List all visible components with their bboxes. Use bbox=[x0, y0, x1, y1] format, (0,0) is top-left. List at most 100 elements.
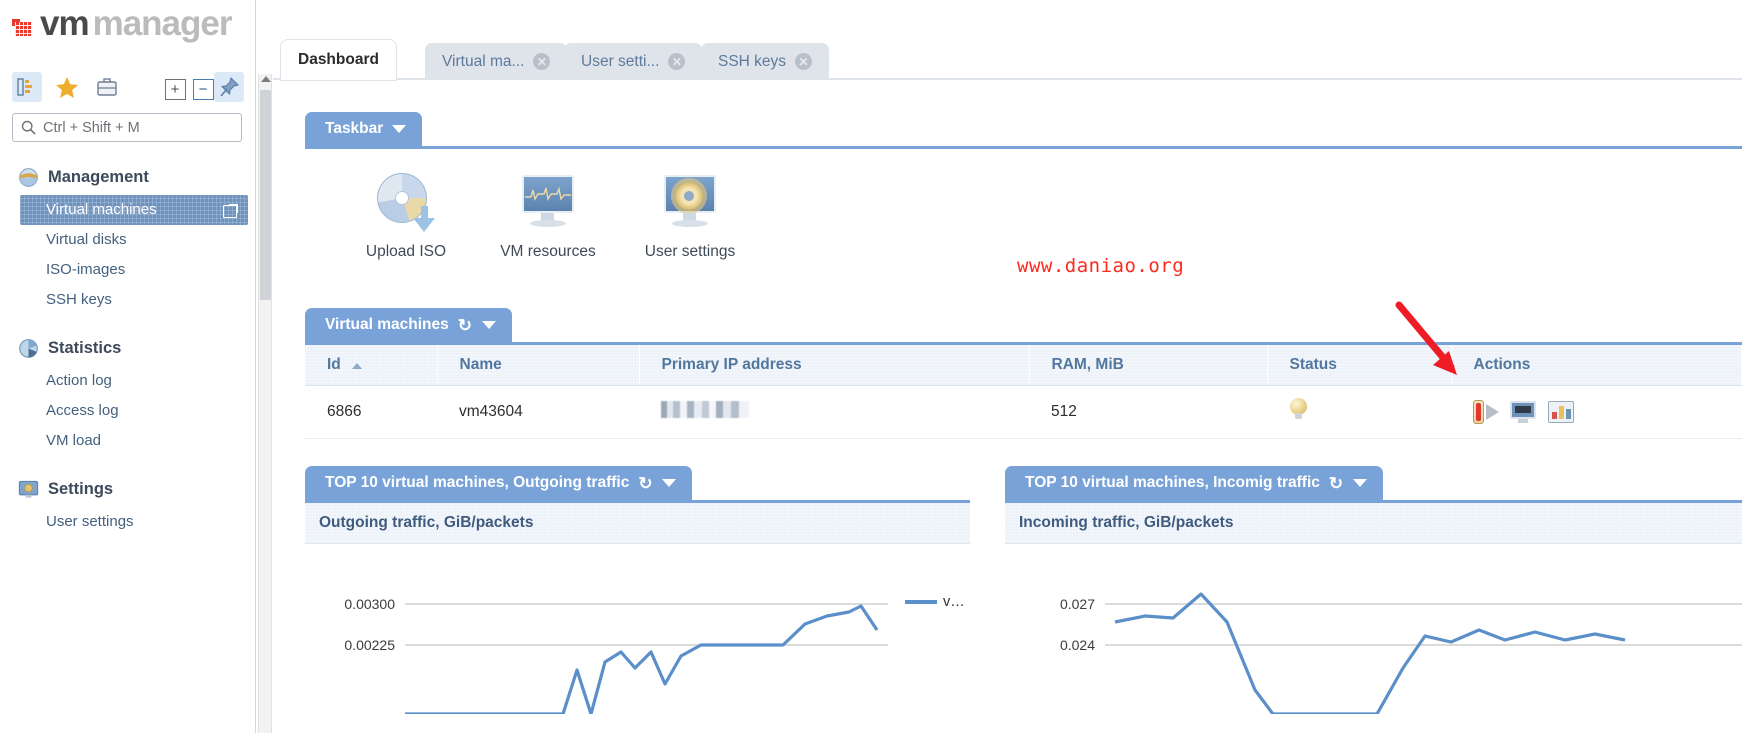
external-link-icon[interactable] bbox=[223, 203, 238, 218]
column-label: Status bbox=[1289, 356, 1337, 373]
sidebar-scrollbar[interactable] bbox=[258, 74, 272, 733]
sidebar-item-action-log[interactable]: Action log bbox=[0, 366, 256, 396]
sidebar-item-label: User settings bbox=[46, 513, 134, 530]
taskbar-item-user-settings[interactable]: User settings bbox=[619, 171, 761, 261]
search-icon bbox=[21, 120, 36, 135]
lightbulb-icon bbox=[1289, 398, 1308, 421]
sidebar-item-access-log[interactable]: Access log bbox=[0, 396, 256, 426]
logo-text-manager: manager bbox=[92, 4, 233, 43]
sidebar-item-vm-load[interactable]: VM load bbox=[0, 426, 256, 456]
sidebar-item-label: Virtual disks bbox=[46, 231, 127, 248]
vnc-console-icon[interactable] bbox=[1510, 401, 1537, 423]
list-view-icon[interactable] bbox=[12, 72, 42, 102]
expand-all-icon[interactable]: + bbox=[160, 74, 190, 104]
app-logo[interactable]: vm manager bbox=[12, 4, 232, 44]
sidebar-item-ssh-keys[interactable]: SSH keys bbox=[0, 285, 256, 315]
sidebar-item-label: Access log bbox=[46, 402, 119, 419]
cell-actions bbox=[1451, 385, 1742, 439]
watermark-text: www.daniao.org bbox=[1017, 255, 1185, 277]
tab-label: Dashboard bbox=[298, 51, 379, 68]
statistics-icon[interactable] bbox=[1547, 401, 1574, 423]
sidebar-item-label: ISO-images bbox=[46, 261, 126, 278]
outgoing-panel-header[interactable]: TOP 10 virtual machines, Outgoing traffi… bbox=[305, 466, 693, 500]
pie-chart-icon bbox=[19, 339, 38, 358]
pin-icon[interactable] bbox=[214, 72, 244, 102]
tab-label: User setti... bbox=[581, 52, 660, 70]
globe-icon bbox=[19, 168, 38, 187]
refresh-icon[interactable] bbox=[638, 476, 653, 491]
sidebar-item-label: VM load bbox=[46, 432, 102, 449]
refresh-icon[interactable] bbox=[458, 318, 473, 333]
sidebar-group-settings[interactable]: Settings bbox=[0, 470, 256, 507]
column-label: Primary IP address bbox=[661, 356, 802, 373]
taskbar-item-label: User settings bbox=[644, 243, 736, 260]
tab-dashboard[interactable]: Dashboard bbox=[281, 40, 396, 80]
incoming-panel-title: TOP 10 virtual machines, Incomig traffic bbox=[1025, 474, 1320, 491]
search-input[interactable]: Ctrl + Shift + M bbox=[12, 113, 242, 142]
cell-id: 6866 bbox=[305, 385, 437, 439]
incoming-panel-header[interactable]: TOP 10 virtual machines, Incomig traffic bbox=[1005, 466, 1383, 500]
column-label: Actions bbox=[1473, 356, 1531, 373]
chevron-down-icon[interactable] bbox=[662, 479, 677, 487]
vm-panel-title: Virtual machines bbox=[325, 316, 449, 333]
power-icon[interactable] bbox=[1473, 400, 1499, 424]
taskbar-item-label: VM resources bbox=[500, 243, 596, 260]
outgoing-chart-plot bbox=[405, 600, 937, 714]
tab-label: Virtual ma... bbox=[442, 52, 525, 70]
monitor-gear-icon bbox=[659, 171, 721, 233]
scroll-up-arrow-icon[interactable] bbox=[261, 76, 271, 82]
chevron-down-icon[interactable] bbox=[1352, 479, 1367, 487]
scrollbar-thumb[interactable] bbox=[260, 90, 271, 300]
ecg-line-icon bbox=[525, 186, 571, 201]
table-row[interactable]: 6866 vm43604 512 bbox=[305, 385, 1742, 439]
column-header-ram[interactable]: RAM, MiB bbox=[1029, 345, 1268, 386]
virtual-machines-table: Id Name Primary IP address RAM, MiB Stat… bbox=[305, 345, 1742, 439]
tab-virtual-machines[interactable]: Virtual ma... ✕ bbox=[425, 43, 568, 80]
outgoing-traffic-panel: TOP 10 virtual machines, Outgoing traffi… bbox=[305, 466, 970, 714]
vm-panel-header[interactable]: Virtual machines bbox=[305, 308, 512, 342]
close-icon[interactable]: ✕ bbox=[668, 53, 686, 70]
sidebar-item-label: Action log bbox=[46, 372, 112, 389]
chevron-down-icon[interactable] bbox=[481, 321, 496, 329]
search-placeholder: Ctrl + Shift + M bbox=[43, 119, 140, 136]
taskbar-panel: Taskbar Upload ISO VM resources User set… bbox=[305, 112, 1742, 261]
favorites-star-icon[interactable] bbox=[52, 72, 82, 102]
close-icon[interactable]: ✕ bbox=[795, 53, 813, 70]
logo-mark-icon bbox=[12, 17, 34, 37]
sidebar-item-virtual-disks[interactable]: Virtual disks bbox=[0, 225, 256, 255]
sidebar-group-management[interactable]: Management bbox=[0, 158, 256, 195]
outgoing-chart-subtitle: Outgoing traffic, GiB/packets bbox=[305, 503, 970, 544]
incoming-traffic-panel: TOP 10 virtual machines, Incomig traffic… bbox=[1005, 466, 1742, 714]
column-header-ip[interactable]: Primary IP address bbox=[639, 345, 1030, 386]
refresh-icon[interactable] bbox=[1329, 476, 1344, 491]
tab-ssh-keys[interactable]: SSH keys ✕ bbox=[701, 43, 830, 80]
column-header-actions[interactable]: Actions bbox=[1451, 345, 1742, 386]
incoming-chart-plot bbox=[1105, 592, 1742, 714]
column-header-status[interactable]: Status bbox=[1267, 345, 1452, 386]
cell-ram: 512 bbox=[1029, 385, 1267, 439]
tab-user-settings[interactable]: User setti... ✕ bbox=[564, 43, 703, 80]
briefcase-icon[interactable] bbox=[92, 72, 122, 102]
sidebar-item-user-settings[interactable]: User settings bbox=[0, 507, 256, 537]
sidebar-group-statistics[interactable]: Statistics bbox=[0, 329, 256, 366]
column-label: RAM, MiB bbox=[1051, 356, 1124, 373]
incoming-chart-subtitle: Incoming traffic, GiB/packets bbox=[1005, 503, 1742, 544]
chevron-down-icon[interactable] bbox=[392, 125, 407, 133]
sidebar-item-virtual-machines[interactable]: Virtual machines bbox=[20, 195, 248, 225]
taskbar-item-upload-iso[interactable]: Upload ISO bbox=[335, 171, 477, 261]
sidebar-nav: Management Virtual machines Virtual disk… bbox=[0, 158, 256, 537]
outgoing-panel-title: TOP 10 virtual machines, Outgoing traffi… bbox=[325, 474, 630, 491]
incoming-chart-body: 0.027 0.024 bbox=[1005, 544, 1742, 714]
column-header-id[interactable]: Id bbox=[305, 345, 438, 386]
tab-label: SSH keys bbox=[718, 52, 787, 70]
column-header-name[interactable]: Name bbox=[437, 345, 640, 386]
close-icon[interactable]: ✕ bbox=[533, 53, 551, 70]
sidebar-item-iso-images[interactable]: ISO-images bbox=[0, 255, 256, 285]
taskbar-panel-header[interactable]: Taskbar bbox=[305, 112, 423, 146]
sidebar-item-label: Virtual machines bbox=[46, 201, 157, 218]
column-label: Id bbox=[327, 356, 341, 373]
sidebar-toolbar: + − bbox=[12, 72, 244, 106]
taskbar-item-vm-resources[interactable]: VM resources bbox=[477, 171, 619, 261]
